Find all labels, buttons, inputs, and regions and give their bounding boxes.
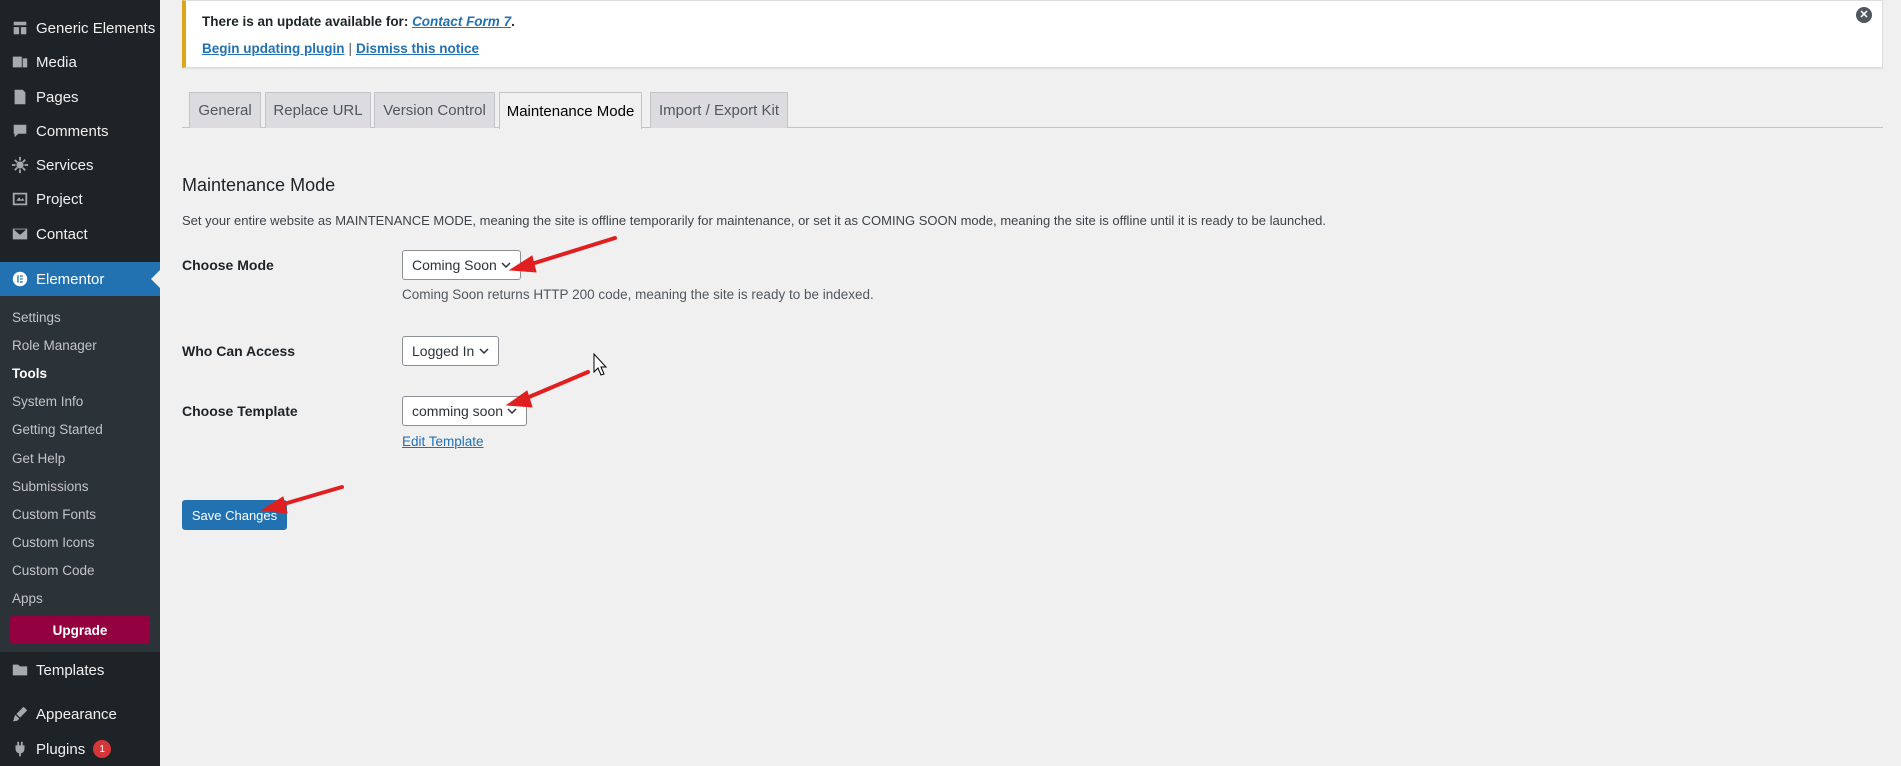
sidebar-item-services[interactable]: Services [0,148,160,182]
choose-template-select[interactable]: comming soon [402,396,527,426]
elementor-submenu: Settings Role Manager Tools System Info … [0,296,160,652]
who-can-access-value: Logged In [412,343,475,359]
submenu-item-custom-code[interactable]: Custom Code [12,563,95,578]
sidebar-item-contact[interactable]: Contact [0,217,160,251]
brush-icon [10,704,30,724]
update-notice: There is an update available for: Contac… [182,0,1883,68]
sidebar-item-label: Comments [36,122,109,140]
elementor-icon [10,269,30,289]
section-description: Set your entire website as MAINTENANCE M… [182,213,1327,228]
tab-replace-url[interactable]: Replace URL [265,92,371,128]
sidebar-item-label: Contact [36,225,88,243]
notice-actions: Begin updating plugin | Dismiss this notic… [202,41,479,56]
who-can-access-select[interactable]: Logged In [402,336,499,366]
save-changes-button[interactable]: Save Changes [182,500,287,530]
dismiss-notice-link[interactable]: Dismiss this notice [356,41,479,56]
begin-updating-link[interactable]: Begin updating plugin [202,41,344,56]
tab-import-export-kit[interactable]: Import / Export Kit [650,92,788,128]
tools-tabs: General Replace URL Version Control Main… [182,92,1883,129]
choose-template-label: Choose Template [182,403,298,419]
submenu-item-tools[interactable]: Tools [12,366,47,381]
sidebar-item-label: Pages [36,88,79,106]
upgrade-button[interactable]: Upgrade [10,616,150,644]
sidebar-item-label: Generic Elements [36,19,156,37]
sidebar-item-label: Project [36,190,83,208]
comments-icon [10,121,30,141]
current-menu-arrow [151,270,160,288]
sidebar-item-project[interactable]: Project [0,182,160,216]
submenu-item-get-help[interactable]: Get Help [12,451,65,466]
submenu-item-settings[interactable]: Settings [12,310,61,325]
sidebar-item-label: Appearance [36,705,117,723]
generic-elements-icon [10,18,30,38]
submenu-item-submissions[interactable]: Submissions [12,479,89,494]
sidebar-item-appearance[interactable]: Appearance [0,697,160,731]
sidebar-item-elementor[interactable]: Elementor [0,262,160,296]
sidebar-item-generic-elements[interactable]: Generic Elements [0,11,160,45]
choose-mode-label: Choose Mode [182,257,274,273]
choose-mode-select[interactable]: Coming Soon [402,250,521,280]
submenu-item-custom-fonts[interactable]: Custom Fonts [12,507,96,522]
submenu-item-role-manager[interactable]: Role Manager [12,338,97,353]
choose-mode-help: Coming Soon returns HTTP 200 code, meani… [402,287,874,302]
edit-template-link[interactable]: Edit Template [402,434,484,449]
close-icon[interactable]: ✕ [1856,7,1872,23]
sidebar-item-label: Templates [36,661,105,679]
tab-general[interactable]: General [189,92,261,128]
sidebar-item-label: Elementor [36,270,105,288]
choose-template-value: comming soon [412,403,504,419]
sidebar-item-plugins[interactable]: Plugins 1 [0,732,160,766]
sidebar-item-label: Services [36,156,94,174]
sidebar-item-templates[interactable]: Templates [0,653,160,687]
choose-mode-value: Coming Soon [412,257,497,273]
sidebar-item-label: Media [36,53,77,71]
sidebar-item-pages[interactable]: Pages [0,80,160,114]
notice-separator: | [348,41,352,56]
admin-sidebar: Generic Elements Media Pages Comments Se… [0,0,160,766]
red-arrow-icon [508,236,617,273]
plug-icon [10,739,30,759]
pages-icon [10,87,30,107]
chevron-down-icon [479,348,489,355]
notice-message: There is an update available for: Contac… [202,14,515,29]
page-title: Maintenance Mode [182,175,336,195]
submenu-item-getting-started[interactable]: Getting Started [12,422,103,437]
envelope-icon [10,224,30,244]
notice-text: There is an update available for: [202,14,413,29]
who-can-access-label: Who Can Access [182,343,296,359]
project-icon [10,189,30,209]
media-icon [10,52,30,72]
submenu-item-system-info[interactable]: System Info [12,394,83,409]
notice-period: . [511,14,515,29]
chevron-down-icon [501,262,511,269]
submenu-item-apps[interactable]: Apps [12,591,43,606]
update-count-badge: 1 [93,740,112,758]
sidebar-item-comments[interactable]: Comments [0,114,160,148]
sidebar-item-label: Plugins [36,740,86,758]
tab-maintenance-mode[interactable]: Maintenance Mode [499,92,642,129]
plugin-link[interactable]: Contact Form 7 [412,14,511,29]
folder-icon [10,660,30,680]
sidebar-item-media[interactable]: Media [0,45,160,79]
submenu-item-custom-icons[interactable]: Custom Icons [12,535,95,550]
tab-version-control[interactable]: Version Control [374,92,495,128]
gear-icon [10,155,30,175]
mouse-cursor-icon [593,352,608,376]
chevron-down-icon [507,408,517,415]
